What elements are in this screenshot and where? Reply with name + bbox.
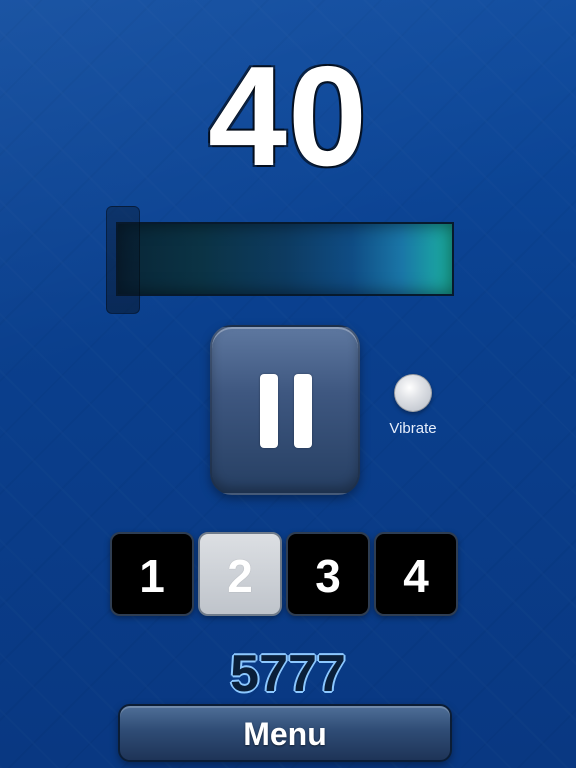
mode-3-button[interactable]: 3 bbox=[286, 532, 370, 616]
menu-button[interactable]: Menu bbox=[118, 704, 452, 762]
vibrate-toggle[interactable]: Vibrate bbox=[384, 374, 442, 440]
vibrate-toggle-knob[interactable] bbox=[394, 374, 432, 412]
pause-bar-left bbox=[260, 374, 278, 448]
level-meter bbox=[106, 206, 458, 314]
pause-button[interactable] bbox=[210, 325, 360, 495]
pause-icon bbox=[260, 374, 312, 448]
meter-needle[interactable] bbox=[106, 206, 140, 314]
score-value: 5777 bbox=[230, 645, 346, 703]
counter-value: 40 bbox=[208, 37, 368, 196]
mode-2-button[interactable]: 2 bbox=[198, 532, 282, 616]
meter-gradient-bar bbox=[116, 222, 454, 296]
mode-selector: 1 2 3 4 bbox=[110, 532, 462, 616]
vibrate-label: Vibrate bbox=[389, 420, 437, 437]
mode-1-button[interactable]: 1 bbox=[110, 532, 194, 616]
pause-bar-right bbox=[294, 374, 312, 448]
mode-4-button[interactable]: 4 bbox=[374, 532, 458, 616]
